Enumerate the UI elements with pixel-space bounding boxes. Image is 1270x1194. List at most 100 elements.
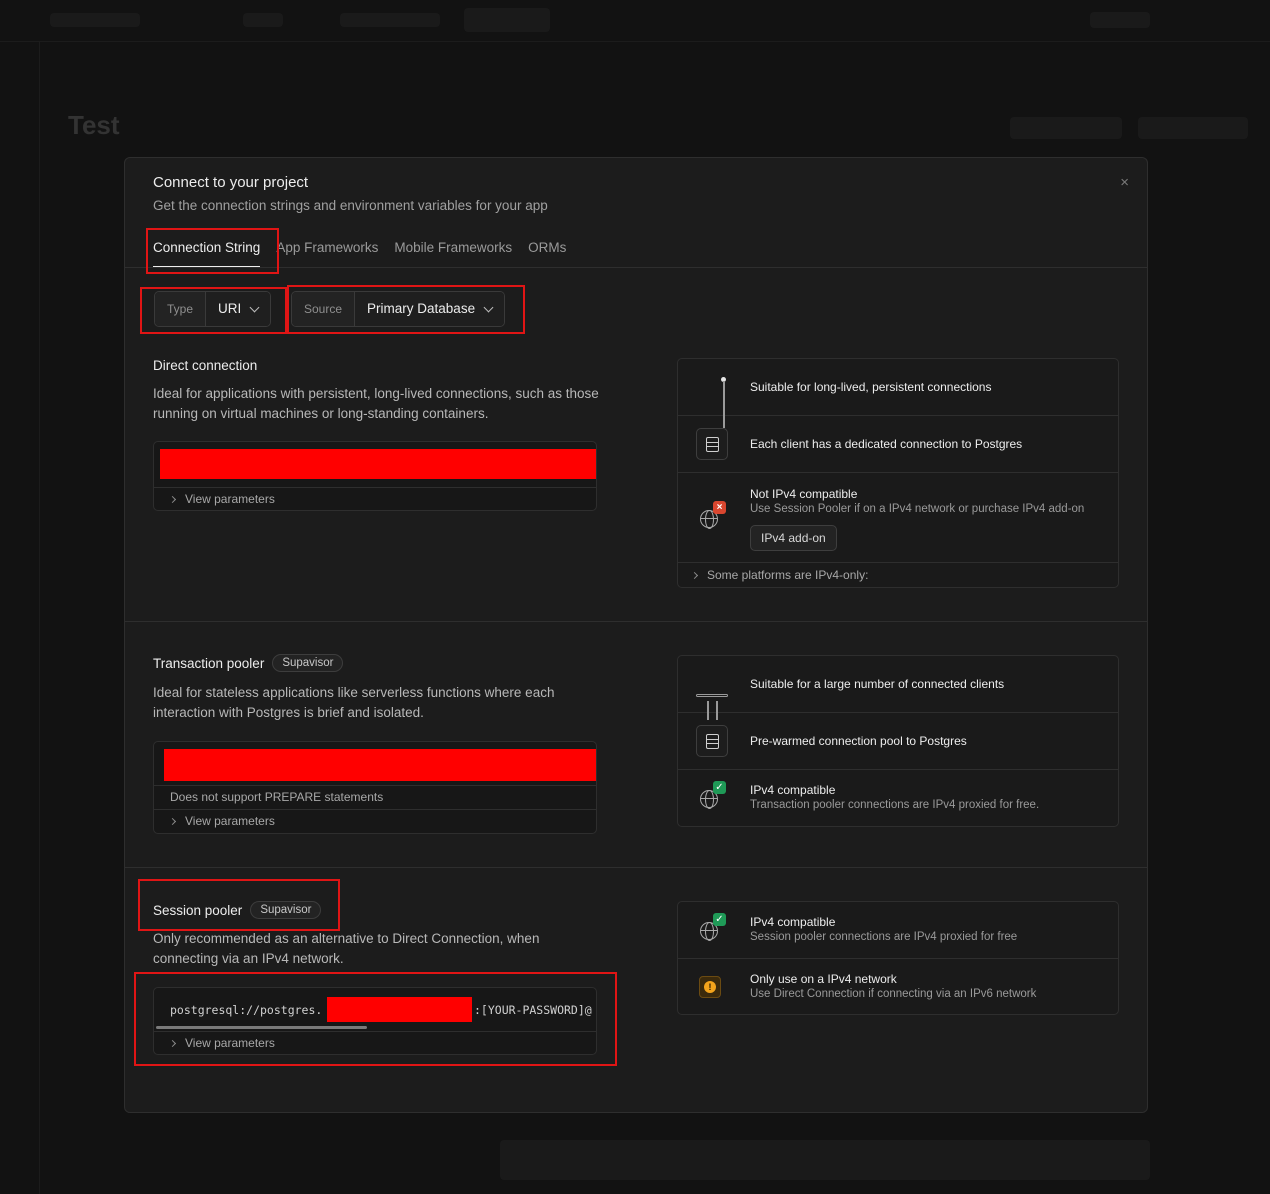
session-info-row1-sub: Session pooler connections are IPv4 prox…	[750, 931, 1018, 943]
transaction-info-row1: Suitable for a large number of connected…	[750, 677, 1005, 691]
horizontal-scrollbar[interactable]	[156, 1026, 367, 1029]
session-uri-suffix: :[YOUR-PASSWORD]@	[474, 1003, 592, 1017]
direct-connection-string[interactable]: View parameters	[153, 441, 597, 511]
direct-info-row3-title: Not IPv4 compatible	[750, 487, 858, 501]
direct-uri-line[interactable]	[154, 442, 596, 487]
tab-app-frameworks[interactable]: App Frameworks	[276, 238, 378, 268]
source-selector-value[interactable]: Primary Database	[355, 292, 505, 326]
bg-project-name	[243, 13, 283, 27]
supavisor-badge: Supavisor	[272, 654, 344, 672]
redacted-block	[327, 997, 472, 1022]
transaction-title: Transaction pooler Supavisor	[153, 654, 344, 672]
info-row: Suitable for long-lived, persistent conn…	[678, 359, 1118, 416]
direct-info-row1: Suitable for long-lived, persistent conn…	[750, 380, 992, 394]
direct-title: Direct connection	[153, 358, 257, 373]
transaction-prepare-note-text: Does not support PREPARE statements	[170, 790, 384, 804]
background-sidebar	[0, 42, 40, 1194]
error-x-icon: ×	[713, 501, 726, 514]
check-icon: ✓	[713, 781, 726, 794]
session-description: Only recommended as an alternative to Di…	[153, 931, 540, 966]
source-selector[interactable]: Source Primary Database	[291, 291, 506, 327]
direct-description: Ideal for applications with persistent, …	[153, 386, 599, 421]
direct-view-parameters-label: View parameters	[185, 492, 275, 506]
bg-project-url-row	[500, 1140, 1150, 1180]
source-selector-label: Source	[292, 292, 356, 326]
connect-modal: Connect to your project Get the connecti…	[124, 157, 1148, 1113]
connection-line-icon	[723, 416, 725, 428]
connection-line-icon	[707, 713, 709, 720]
session-uri-prefix: postgresql://postgres.	[170, 1003, 323, 1017]
info-row: Pre-warmed connection pool to Postgres	[678, 713, 1118, 770]
pool-bar-icon	[696, 694, 728, 697]
section-divider	[125, 621, 1147, 622]
info-row: ✓ IPv4 compatible Session pooler connect…	[678, 902, 1118, 959]
type-selector-label: Type	[155, 292, 207, 326]
warning-icon: !	[699, 976, 721, 998]
bg-page-title: Test	[68, 110, 120, 140]
chevron-down-icon	[483, 302, 494, 312]
type-selector[interactable]: Type URI	[154, 291, 272, 327]
direct-info-row2: Each client has a dedicated connection t…	[750, 437, 1023, 451]
bg-org-name	[50, 13, 140, 27]
bg-feedback-button	[1090, 12, 1150, 28]
direct-info-card: Suitable for long-lived, persistent conn…	[677, 358, 1119, 588]
transaction-title-text: Transaction pooler	[153, 655, 265, 671]
modal-subtitle: Get the connection strings and environme…	[153, 198, 548, 213]
session-title: Session pooler Supavisor	[153, 901, 322, 919]
database-icon	[696, 725, 728, 757]
session-view-parameters-label: View parameters	[185, 1036, 275, 1050]
tab-mobile-frameworks[interactable]: Mobile Frameworks	[394, 238, 512, 268]
info-row: ✓ IPv4 compatible Transaction pooler con…	[678, 770, 1118, 826]
transaction-info-row2: Pre-warmed connection pool to Postgres	[750, 734, 967, 748]
connection-line-icon	[723, 381, 725, 416]
chevron-right-icon	[168, 817, 177, 826]
transaction-prepare-note: Does not support PREPARE statements	[154, 785, 596, 809]
transaction-description: Ideal for stateless applications like se…	[153, 685, 555, 720]
info-row: × Not IPv4 compatible Use Session Pooler…	[678, 473, 1118, 563]
redacted-block	[160, 449, 596, 479]
session-info-row2-title: Only use on a IPv4 network	[750, 972, 897, 986]
direct-info-row3-sub: Use Session Pooler if on a IPv4 network …	[750, 503, 1085, 515]
source-selector-value-text: Primary Database	[367, 301, 476, 316]
session-title-text: Session pooler	[153, 902, 243, 918]
ipv4-addon-button[interactable]: IPv4 add-on	[750, 525, 837, 551]
info-row: Each client has a dedicated connection t…	[678, 416, 1118, 473]
database-icon	[696, 428, 728, 460]
session-info-card: ✓ IPv4 compatible Session pooler connect…	[677, 901, 1119, 1015]
transaction-info-row3-sub: Transaction pooler connections are IPv4 …	[750, 799, 1040, 811]
session-connection-string[interactable]: postgresql://postgres. :[YOUR-PASSWORD]@…	[153, 987, 597, 1055]
transaction-view-parameters[interactable]: View parameters	[154, 809, 596, 833]
ipv4-only-platforms-toggle[interactable]: Some platforms are IPv4-only:	[678, 563, 1118, 587]
session-info-row1-title: IPv4 compatible	[750, 915, 836, 929]
redacted-block	[164, 749, 596, 781]
tab-bar: Connection String App Frameworks Mobile …	[153, 238, 566, 268]
info-row: Suitable for a large number of connected…	[678, 656, 1118, 713]
transaction-connection-string[interactable]: Does not support PREPARE statements View…	[153, 741, 597, 834]
session-uri-line[interactable]: postgresql://postgres. :[YOUR-PASSWORD]@	[154, 988, 596, 1031]
type-selector-value-text: URI	[218, 301, 242, 316]
connection-line-icon	[716, 713, 718, 720]
transaction-uri-line[interactable]	[154, 742, 596, 785]
check-icon: ✓	[713, 913, 726, 926]
info-row: ! Only use on a IPv4 network Use Direct …	[678, 959, 1118, 1016]
session-view-parameters[interactable]: View parameters	[154, 1031, 596, 1054]
session-info-row2-sub: Use Direct Connection if connecting via …	[750, 988, 1037, 1000]
bg-project-status	[1138, 117, 1248, 139]
chevron-right-icon	[168, 495, 177, 504]
connection-line-icon	[707, 701, 709, 713]
direct-view-parameters[interactable]: View parameters	[154, 487, 596, 510]
bg-security-issues	[1010, 117, 1122, 139]
chevron-right-icon	[690, 571, 699, 579]
tab-connection-string[interactable]: Connection String	[153, 238, 261, 268]
transaction-view-parameters-label: View parameters	[185, 814, 275, 828]
chevron-right-icon	[168, 1039, 177, 1048]
section-divider	[125, 867, 1147, 868]
connection-line-icon	[716, 701, 718, 713]
type-selector-value[interactable]: URI	[206, 292, 271, 326]
tabs-divider	[125, 267, 1147, 268]
modal-title: Connect to your project	[153, 174, 309, 191]
tab-orms[interactable]: ORMs	[528, 238, 566, 268]
ipv4-only-platforms-label: Some platforms are IPv4-only:	[707, 568, 869, 582]
transaction-info-row3-title: IPv4 compatible	[750, 783, 836, 797]
close-icon[interactable]: ×	[1120, 174, 1129, 191]
